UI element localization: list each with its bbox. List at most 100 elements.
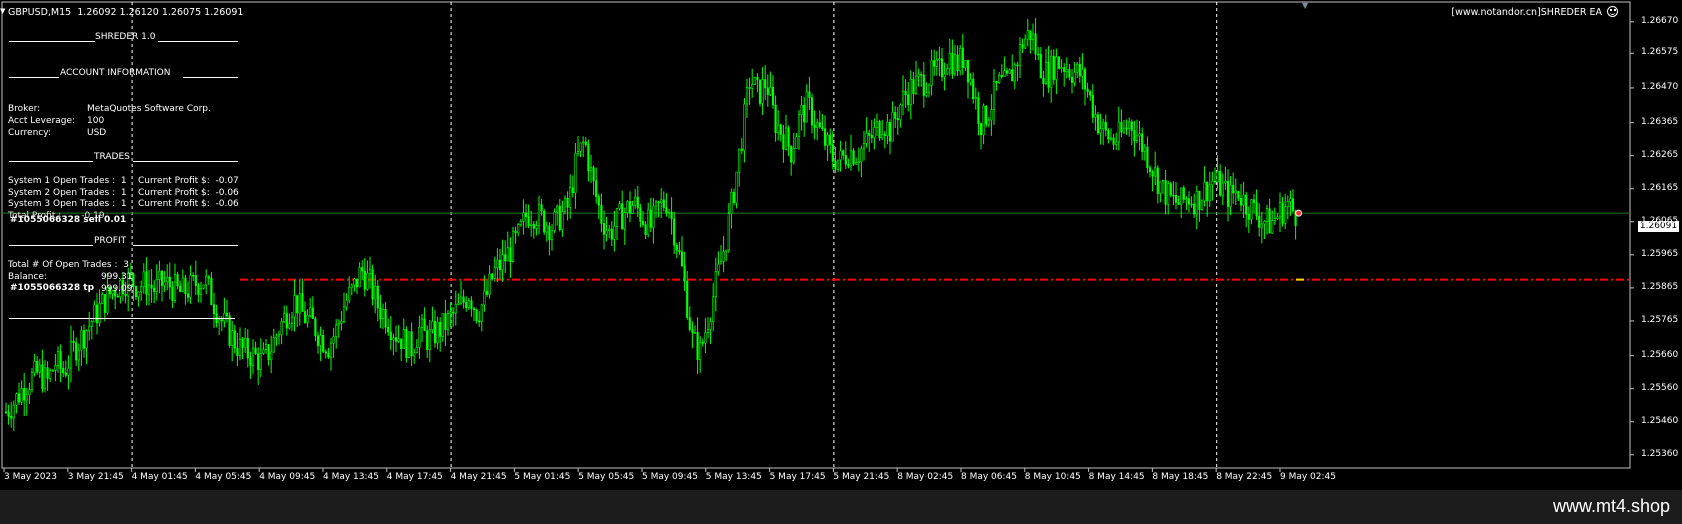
candle-body [194, 275, 197, 286]
price-axis-label: 1.25460 [1641, 415, 1679, 426]
candle-body [1128, 121, 1131, 129]
chart-area[interactable]: GBPUSD,M15 1.26092 1.26120 1.26075 1.260… [0, 0, 1682, 490]
candle-body [704, 332, 707, 344]
candle-body [992, 81, 996, 110]
candle-body [839, 150, 842, 161]
ea-smiley-icon[interactable] [1607, 6, 1618, 17]
price-axis-label: 1.25965 [1641, 248, 1679, 259]
candle-body [225, 313, 229, 317]
candle-body [82, 330, 86, 349]
candle-body [1229, 184, 1232, 207]
candle-body [1242, 194, 1245, 206]
candle-body [329, 342, 333, 358]
time-axis-label: 9 May 02:45 [1280, 472, 1336, 482]
candle-body [75, 342, 78, 361]
candle-body [506, 247, 509, 262]
candle-body [1018, 44, 1022, 67]
candle-body [163, 281, 166, 286]
candle-body [907, 94, 910, 106]
candle-body [56, 351, 60, 366]
candle-body [415, 347, 418, 354]
candle-body [1193, 203, 1196, 215]
price-chart[interactable] [0, 0, 1682, 490]
candle-body [842, 150, 845, 156]
candle-body [1133, 130, 1136, 141]
candle-body [462, 296, 465, 303]
candle-body [353, 278, 356, 286]
candle-body [1250, 199, 1253, 220]
candle-body [293, 295, 296, 318]
candle-body [1258, 215, 1261, 228]
collapse-arrow-icon[interactable]: ▼ [0, 6, 5, 17]
candle-body [974, 97, 977, 100]
leverage-label: Acct Leverage: [8, 116, 76, 126]
account-section-title: ACCOUNT INFORMATION [60, 68, 171, 78]
candle-body [459, 296, 463, 304]
price-axis-label: 1.25765 [1641, 314, 1679, 325]
candle-body [972, 78, 975, 100]
time-axis-label: 5 May 17:45 [769, 472, 826, 482]
broker-value: MetaQuotes Software Corp. [87, 104, 211, 114]
candle-body [184, 277, 187, 295]
candle-body [49, 370, 52, 379]
candle-body [371, 269, 374, 300]
divider [9, 318, 235, 319]
candle-body [199, 288, 203, 295]
candle-body [33, 360, 36, 373]
candle-body [1265, 208, 1269, 222]
time-axis-label: 5 May 21:45 [833, 472, 890, 482]
candle-body [764, 79, 767, 89]
candle-body [392, 337, 395, 341]
candle-body [374, 285, 377, 300]
candle-body [454, 304, 457, 314]
time-axis-label: 3 May 21:45 [67, 472, 124, 482]
candle-body [332, 336, 335, 344]
candle-body [368, 269, 372, 274]
candle-body [413, 352, 416, 357]
candle-body [597, 196, 600, 206]
candle-body [634, 196, 637, 206]
candle-body [605, 230, 608, 235]
candle-body [1151, 171, 1154, 177]
candle-body [254, 347, 257, 354]
time-axis-label: 5 May 13:45 [705, 472, 762, 482]
candle-body [25, 394, 28, 401]
candle-body [751, 84, 754, 89]
candle-body [730, 191, 733, 214]
candle-body [909, 79, 912, 106]
chart-shift-marker-icon[interactable]: ▼ [1302, 0, 1308, 11]
candle-body [946, 68, 949, 75]
candle-body [387, 327, 390, 333]
candle-body [1138, 133, 1141, 137]
candle-body [875, 121, 879, 128]
candle-body [1031, 33, 1035, 40]
candle-body [298, 293, 301, 314]
candle-body [548, 225, 551, 241]
candle-body [496, 259, 499, 268]
candle-body [870, 135, 873, 139]
candle-body [1115, 141, 1118, 145]
candle-body [285, 313, 288, 329]
candle-body [1224, 180, 1227, 184]
candle-body [20, 388, 23, 403]
candle-body [1232, 184, 1235, 194]
time-axis-label: 8 May 18:45 [1152, 472, 1209, 482]
candle-body [654, 201, 658, 207]
candle-body [532, 224, 535, 229]
candle-body [1148, 167, 1152, 173]
candle-body [943, 73, 946, 78]
candle-body [1190, 203, 1193, 206]
time-axis-label: 8 May 06:45 [961, 472, 1017, 482]
candle-body [147, 284, 151, 295]
candle-body [543, 210, 546, 233]
candle-body [498, 259, 502, 271]
candle-body [319, 335, 322, 346]
candle-body [62, 368, 65, 374]
candle-body [805, 91, 808, 123]
candle-body [397, 338, 400, 342]
candle-body [527, 216, 530, 226]
candle-body [7, 411, 10, 417]
candle-body [1005, 70, 1009, 74]
candle-body [1065, 69, 1068, 72]
candle-body [1273, 218, 1276, 221]
